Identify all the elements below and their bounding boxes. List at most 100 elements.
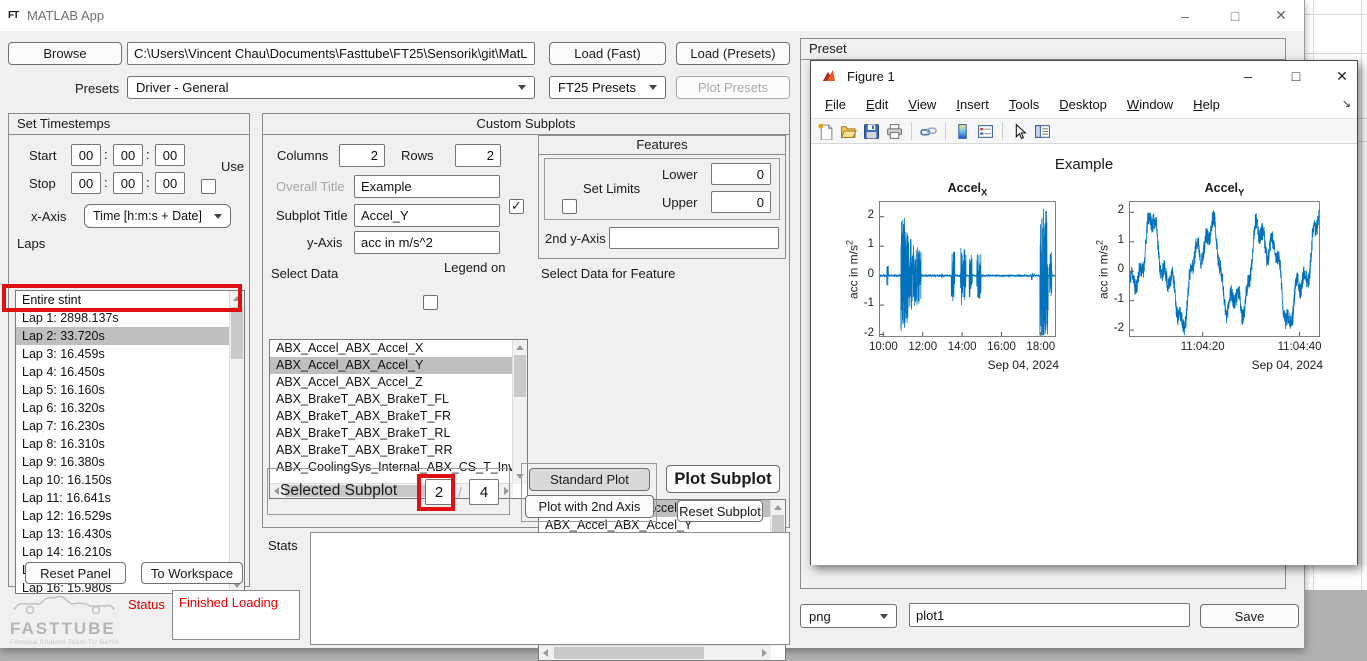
plot-accel-x[interactable]: AccelX acc in m/s2 Sep 04, 2024 210-1-21… <box>879 201 1056 337</box>
insert-legend-icon[interactable] <box>977 123 994 140</box>
subplot-title-input[interactable] <box>354 204 500 227</box>
print-icon[interactable] <box>886 123 903 140</box>
stop-second-input[interactable] <box>155 172 185 194</box>
list-item[interactable]: ABX_BrakeT_ABX_BrakeT_RL <box>270 425 513 442</box>
list-item[interactable]: ABX_Accel_ABX_Accel_X <box>270 340 513 357</box>
xaxis-dropdown[interactable]: Time [h:m:s + Date] <box>84 204 231 228</box>
plot-presets-button[interactable]: Plot Presets <box>676 76 790 99</box>
list-item[interactable]: Lap 9: 16.380s <box>16 453 230 471</box>
list-item[interactable]: ABX_BrakeT_ABX_BrakeT_FR <box>270 408 513 425</box>
scroll-up-icon[interactable] <box>774 505 782 510</box>
laps-scrollbar[interactable] <box>229 291 244 593</box>
list-item[interactable]: Lap 13: 16.430s <box>16 525 230 543</box>
plot-2nd-axis-button[interactable]: Plot with 2nd Axis <box>525 495 654 518</box>
scrollbar-thumb[interactable] <box>554 647 704 659</box>
figure-minimize-button[interactable]: – <box>1231 61 1265 91</box>
list-item[interactable]: ABX_Accel_ABX_Accel_Y <box>270 357 513 374</box>
list-item[interactable]: Lap 3: 16.459s <box>16 345 230 363</box>
presets-dropdown[interactable]: Driver - General <box>127 76 535 99</box>
scroll-up-icon[interactable] <box>516 345 524 350</box>
save-icon[interactable] <box>863 123 880 140</box>
filename-input[interactable] <box>909 603 1190 627</box>
list-item[interactable]: ABX_BrakeT_ABX_BrakeT_FL <box>270 391 513 408</box>
laps-label: Laps <box>17 236 45 251</box>
standard-plot-button[interactable]: Standard Plot <box>529 468 650 491</box>
lower-input[interactable] <box>711 163 771 185</box>
open-file-icon[interactable] <box>840 123 857 140</box>
feature-scrollbar-h[interactable] <box>539 645 771 660</box>
save-button[interactable]: Save <box>1200 604 1299 628</box>
list-item[interactable]: Lap 8: 16.310s <box>16 435 230 453</box>
list-item[interactable]: ABX_BrakeT_ABX_BrakeT_RR <box>270 442 513 459</box>
to-workspace-button[interactable]: To Workspace <box>141 562 243 584</box>
set-limits-checkbox[interactable] <box>562 199 577 214</box>
menu-window[interactable]: Window <box>1117 97 1183 112</box>
stop-hour-input[interactable] <box>71 172 101 194</box>
menu-help[interactable]: Help <box>1183 97 1230 112</box>
format-dropdown[interactable]: png <box>800 604 897 628</box>
presets-dropdown-value: Driver - General <box>136 80 228 95</box>
figure-suptitle: Example <box>811 156 1357 173</box>
overall-title-checkbox[interactable] <box>509 199 524 214</box>
subplot-count-input[interactable] <box>469 479 499 505</box>
plot-title: AccelY <box>1130 181 1319 199</box>
new-figure-icon[interactable] <box>817 123 834 140</box>
browse-button[interactable]: Browse <box>8 42 122 65</box>
stop-minute-input[interactable] <box>113 172 143 194</box>
maximize-button[interactable]: □ <box>1218 0 1252 31</box>
menu-view[interactable]: View <box>898 97 946 112</box>
insert-colorbar-icon[interactable] <box>954 123 971 140</box>
use-checkbox[interactable] <box>201 179 216 194</box>
link-plot-icon[interactable] <box>920 123 937 140</box>
figure-close-button[interactable]: ✕ <box>1325 61 1359 91</box>
yaxis-input[interactable] <box>354 231 500 254</box>
plot-accel-y[interactable]: AccelY acc in m/s2 Sep 04, 2024 210-1-21… <box>1129 201 1320 337</box>
list-item[interactable]: Lap 5: 16.160s <box>16 381 230 399</box>
list-item[interactable]: Lap 7: 16.230s <box>16 417 230 435</box>
list-item[interactable]: Lap 11: 16.641s <box>16 489 230 507</box>
path-input[interactable] <box>127 42 535 65</box>
start-second-input[interactable] <box>155 144 185 166</box>
columns-input[interactable] <box>339 144 385 167</box>
ft25-presets-dropdown[interactable]: FT25 Presets <box>549 76 666 99</box>
reset-panel-button[interactable]: Reset Panel <box>25 562 126 584</box>
list-item[interactable]: Lap 12: 16.529s <box>16 507 230 525</box>
list-item[interactable]: Lap 2: 33.720s <box>16 327 230 345</box>
scroll-left-icon[interactable] <box>543 649 548 657</box>
y-tick-label: 2 <box>1094 204 1124 216</box>
legend-on-checkbox[interactable] <box>423 295 438 310</box>
load-fast-button[interactable]: Load (Fast) <box>549 42 666 65</box>
list-item[interactable]: ABX_Accel_ABX_Accel_Z <box>270 374 513 391</box>
yaxis-label: y-Axis <box>307 235 342 250</box>
upper-input[interactable] <box>711 191 771 213</box>
scroll-right-icon[interactable] <box>762 649 767 657</box>
figure-maximize-button[interactable]: □ <box>1279 61 1313 91</box>
close-button[interactable]: ✕ <box>1264 0 1298 31</box>
minimize-button[interactable]: – <box>1168 0 1202 31</box>
list-item[interactable]: Lap 10: 16.150s <box>16 471 230 489</box>
list-item[interactable]: Lap 6: 16.320s <box>16 399 230 417</box>
list-item[interactable]: Lap 4: 16.450s <box>16 363 230 381</box>
select-feature-label: Select Data for Feature <box>541 266 675 281</box>
reset-subplot-button[interactable]: Reset Subplot <box>677 500 763 522</box>
pointer-icon[interactable] <box>1011 123 1028 140</box>
second-yaxis-input[interactable] <box>609 227 779 249</box>
dock-figure-icon[interactable]: ↘ <box>1342 97 1351 110</box>
list-item[interactable]: Lap 14: 16.210s <box>16 543 230 561</box>
rows-input[interactable] <box>455 144 501 167</box>
scrollbar-thumb[interactable] <box>231 307 243 359</box>
overall-title-input[interactable] <box>354 175 500 198</box>
load-presets-button[interactable]: Load (Presets) <box>676 42 790 65</box>
plot-subplot-button[interactable]: Plot Subplot <box>666 465 780 493</box>
menu-tools[interactable]: Tools <box>999 97 1049 112</box>
menu-file[interactable]: File <box>815 97 856 112</box>
figure-toolbar <box>811 118 1357 144</box>
scrollbar-thumb[interactable] <box>514 355 526 397</box>
menu-insert[interactable]: Insert <box>946 97 999 112</box>
start-hour-input[interactable] <box>71 144 101 166</box>
start-minute-input[interactable] <box>113 144 143 166</box>
menu-edit[interactable]: Edit <box>856 97 898 112</box>
laps-listbox[interactable]: Entire stintLap 1: 2898.137sLap 2: 33.72… <box>15 290 245 594</box>
property-editor-icon[interactable] <box>1034 123 1051 140</box>
menu-desktop[interactable]: Desktop <box>1049 97 1117 112</box>
